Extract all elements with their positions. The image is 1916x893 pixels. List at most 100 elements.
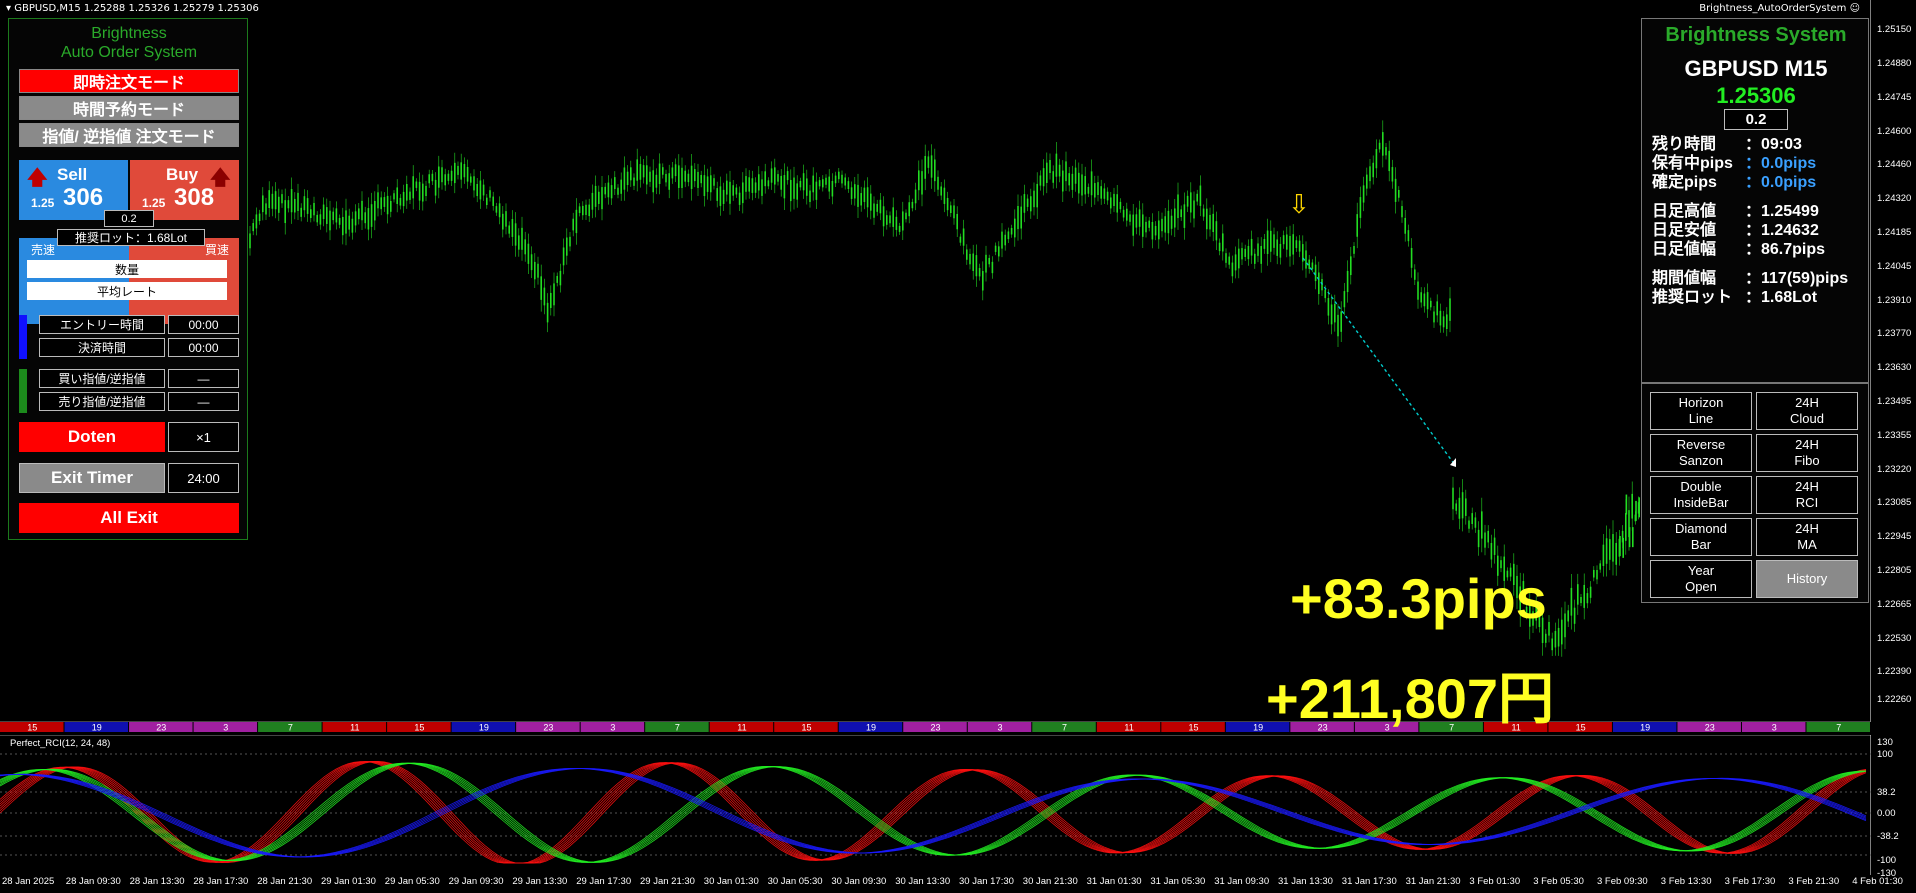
hour-label: 23 <box>156 723 166 733</box>
time-tick: 31 Jan 05:30 <box>1150 876 1206 887</box>
price-tick: 1.24600 <box>1877 126 1912 137</box>
price-tick: 1.24045 <box>1877 261 1912 272</box>
mt4-chart-window: { "chart": { "title": "GBPUSD,M15 1.2528… <box>0 0 1916 893</box>
price-tick: 1.24185 <box>1877 227 1912 238</box>
sell-price-prefix: 1.25 <box>31 196 55 210</box>
info-value: ：86.7pips <box>1745 241 1826 258</box>
info-row: 確定pips ：0.0pips <box>1652 168 1816 192</box>
hour-label: 15 <box>1576 723 1586 733</box>
time-tick: 28 Jan 17:30 <box>193 876 249 887</box>
hour-label: 3 <box>1772 723 1777 733</box>
entry-time-value[interactable]: 00:00 <box>168 315 239 334</box>
buy-price-prefix: 1.25 <box>142 196 166 210</box>
hour-label: 7 <box>1836 723 1841 733</box>
buy-label: Buy <box>166 165 199 184</box>
system-title: Brightness System <box>1665 24 1847 46</box>
price-tick: 1.23630 <box>1877 362 1912 373</box>
sell-label: Sell <box>57 165 88 184</box>
info-value: ：1.68Lot <box>1745 289 1818 306</box>
hour-label: 19 <box>92 723 102 733</box>
brightness-system-panel: Brightness System GBPUSD M15 1.25306 0.2… <box>1641 18 1869 383</box>
24h-fibo-button[interactable]: 24H Fibo <box>1756 434 1858 472</box>
year-open-button[interactable]: Year Open <box>1650 560 1752 598</box>
horizon-line-button[interactable]: Horizon Line <box>1650 392 1752 430</box>
profit-yen-overlay: +211,807円 <box>1266 667 1555 730</box>
all-exit-button[interactable]: All Exit <box>19 503 239 533</box>
time-tick: 3 Feb 21:30 <box>1788 876 1840 887</box>
hour-label: 15 <box>27 723 37 733</box>
hour-label: 11 <box>350 723 359 733</box>
double-insidebar-button[interactable]: Double InsideBar <box>1650 476 1752 514</box>
buy-limit-value[interactable]: — <box>168 369 239 388</box>
timed-order-mode-button[interactable]: 時間予約モード <box>19 96 239 120</box>
settle-time-value[interactable]: 00:00 <box>168 338 239 357</box>
hour-label: 19 <box>1253 723 1263 733</box>
price-tick: 1.22945 <box>1877 531 1912 542</box>
lot-display[interactable]: 0.2 <box>1724 109 1788 130</box>
time-tick: 30 Jan 21:30 <box>1022 876 1078 887</box>
settle-time-label: 決済時間 <box>39 338 165 357</box>
exit-timer-button[interactable]: Exit Timer <box>19 463 165 493</box>
24h-rci-button[interactable]: 24H RCI <box>1756 476 1858 514</box>
info-label: 日足値幅 <box>1652 241 1717 258</box>
symbol-timeframe: GBPUSD M15 <box>1684 56 1828 81</box>
price-tick: 1.22805 <box>1877 565 1912 576</box>
limit-order-mode-button[interactable]: 指値/ 逆指値 注文モード <box>19 123 239 147</box>
doten-multiplier[interactable]: ×1 <box>168 422 239 452</box>
info-label: 推奨ロット <box>1652 289 1733 306</box>
price-tick: 1.24320 <box>1877 193 1912 204</box>
exit-timer-value[interactable]: 24:00 <box>168 463 239 493</box>
price-tick: 1.23495 <box>1877 396 1912 407</box>
time-tick: 29 Jan 13:30 <box>512 876 568 887</box>
history-button[interactable]: History <box>1756 560 1858 598</box>
entry-time-label: エントリー時間 <box>39 315 165 334</box>
diamond-bar-button[interactable]: Diamond Bar <box>1650 518 1752 556</box>
time-tick: 28 Jan 2025 <box>2 876 55 887</box>
price-tick: 1.24745 <box>1877 92 1912 103</box>
rci-subwindow <box>0 735 1871 875</box>
sell-speed-label: 売速 <box>31 243 56 257</box>
sell-limit-value[interactable]: — <box>168 392 239 411</box>
sell-limit-label: 売り指値/逆指値 <box>39 392 165 411</box>
lot-input[interactable]: 0.2 <box>104 210 154 227</box>
time-tick: 28 Jan 21:30 <box>257 876 313 887</box>
hour-label: 15 <box>414 723 424 733</box>
hour-strip: 15 19 23 3 7 11 15 19 23 3 7 11 15 19 23 3 7 11 15 19 23 3 7 11… <box>0 722 1870 733</box>
24h-ma-button[interactable]: 24H MA <box>1756 518 1858 556</box>
hour-label: 7 <box>675 723 680 733</box>
price-tick: 1.22260 <box>1877 694 1912 705</box>
time-tick: 29 Jan 17:30 <box>576 876 632 887</box>
hour-label: 15 <box>801 723 811 733</box>
buy-speed-label: 買速 <box>205 243 230 257</box>
price-chart[interactable] <box>0 0 1871 722</box>
time-tick: 31 Jan 13:30 <box>1278 876 1333 887</box>
price-tick: 1.22390 <box>1877 666 1912 677</box>
instant-order-mode-button[interactable]: 即時注文モード <box>19 69 239 93</box>
quantity-field[interactable]: 数量 <box>27 260 227 278</box>
price-tick: 1.25150 <box>1877 24 1912 35</box>
time-tick: 31 Jan 01:30 <box>1086 876 1142 887</box>
reverse-sanzon-button[interactable]: Reverse Sanzon <box>1650 434 1752 472</box>
24h-cloud-button[interactable]: 24H Cloud <box>1756 392 1858 430</box>
hour-label: 23 <box>930 723 940 733</box>
time-tick: 30 Jan 09:30 <box>831 876 887 887</box>
doten-button[interactable]: Doten <box>19 422 165 452</box>
hour-label: 3 <box>610 723 615 733</box>
rci-tick: 100 <box>1877 749 1893 760</box>
recommended-lot-tooltip: 推奨ロット：1.68Lot <box>57 229 205 246</box>
hour-label: 7 <box>288 723 293 733</box>
time-tick: 3 Feb 09:30 <box>1597 876 1648 887</box>
hour-label: 19 <box>479 723 489 733</box>
average-rate-field[interactable]: 平均レート <box>27 282 227 300</box>
hour-label: 11 <box>737 723 746 733</box>
tool-buttons-grid: Horizon Line 24H Cloud Reverse Sanzon 24H F… <box>1641 383 1869 603</box>
rci-tick: 38.2 <box>1877 787 1896 798</box>
profit-pips-overlay: +83.3pips <box>1290 567 1547 630</box>
rci-indicator-label: Perfect_RCI(12, 24, 48) <box>10 738 111 749</box>
hour-label: 23 <box>1705 723 1715 733</box>
sell-price: 306 <box>63 184 104 211</box>
rci-tick: 0.00 <box>1877 808 1896 819</box>
price-tick: 1.23220 <box>1877 464 1912 475</box>
hour-label: 11 <box>1124 723 1133 733</box>
info-value: ：0.0pips <box>1745 174 1817 191</box>
